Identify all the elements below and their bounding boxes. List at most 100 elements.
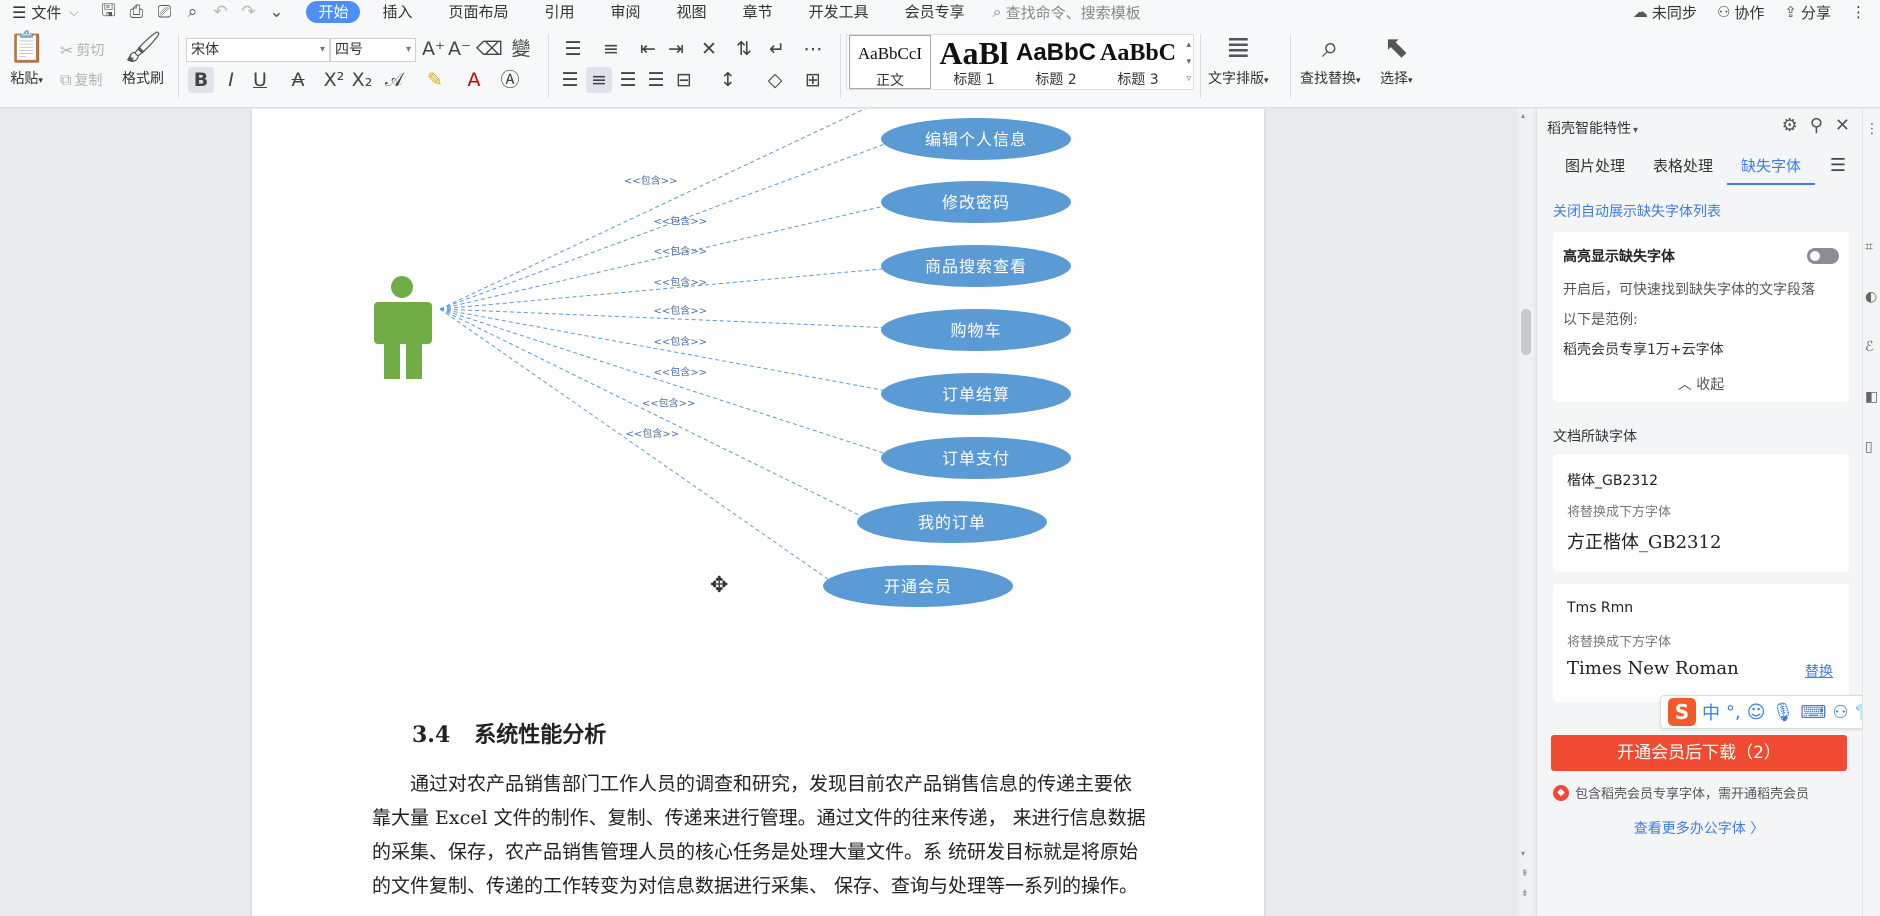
- align-right-icon[interactable]: ☰: [616, 67, 640, 93]
- command-search[interactable]: ⌕ 查找命令、搜索模板: [993, 2, 1141, 23]
- microphone-icon[interactable]: 🎙: [1772, 702, 1795, 723]
- superscript-icon[interactable]: X²: [322, 67, 346, 93]
- share-button[interactable]: ⇪ 分享: [1784, 2, 1831, 23]
- shading-icon[interactable]: ◇: [760, 67, 790, 93]
- next-page-icon[interactable]: ⇟: [1521, 889, 1529, 899]
- file-menu[interactable]: ☰ 文件 ⌵: [0, 0, 88, 24]
- close-icon[interactable]: ✕: [1835, 115, 1850, 136]
- select-button[interactable]: ⬉ 选择▾: [1380, 28, 1413, 88]
- doc-icon[interactable]: ▯: [1865, 439, 1873, 455]
- grow-font-icon[interactable]: A⁺: [422, 36, 445, 62]
- document-area[interactable]: <<包含>> <<包含>> <<包含>> <<包含>> <<包含>> <<包含>> <<包含…: [0, 109, 1518, 916]
- show-marks-icon[interactable]: ↵: [762, 36, 792, 62]
- shrink-font-icon[interactable]: A⁻: [448, 36, 471, 62]
- gear-icon[interactable]: ⚙: [1782, 115, 1798, 136]
- tab-missing-fonts[interactable]: 缺失字体: [1727, 149, 1816, 185]
- lock-icon[interactable]: ◧: [1865, 389, 1878, 405]
- magic-icon[interactable]: ⌗: [1865, 239, 1873, 255]
- undo-icon[interactable]: ↶: [206, 2, 234, 22]
- style-normal[interactable]: AaBbCcI 正文: [849, 35, 931, 89]
- more-icon[interactable]: ⋮: [1851, 3, 1866, 21]
- emoji-icon[interactable]: ☺: [1747, 702, 1766, 723]
- pin-icon[interactable]: ⚲: [1810, 115, 1823, 136]
- highlight-icon[interactable]: ✎: [420, 67, 450, 93]
- use-case-diagram[interactable]: <<包含>> <<包含>> <<包含>> <<包含>> <<包含>> <<包含>> <<包含…: [252, 109, 1264, 669]
- bold-icon[interactable]: B: [188, 67, 214, 93]
- scroll-up-icon[interactable]: ▴: [1521, 111, 1525, 120]
- scrollbar-thumb[interactable]: [1521, 309, 1531, 355]
- body-paragraph[interactable]: 通过对农产品销售部门工作人员的调查和研究，发现目前农产品销售信息的传递主要依 靠…: [372, 767, 1192, 903]
- menu-icon[interactable]: ☰: [1830, 155, 1846, 176]
- print-icon[interactable]: ⎚: [150, 2, 178, 22]
- increase-indent-icon[interactable]: ⇥: [664, 36, 688, 62]
- align-center-icon[interactable]: ≡: [586, 67, 612, 93]
- close-auto-show-link[interactable]: 关闭自动展示缺失字体列表: [1553, 201, 1721, 221]
- tab-section[interactable]: 章节: [729, 1, 787, 23]
- panel-title[interactable]: 稻壳智能特性 ▾: [1547, 118, 1638, 138]
- tab-member[interactable]: 会员专享: [891, 1, 979, 23]
- replace-link[interactable]: 替换: [1805, 661, 1833, 681]
- tab-page-layout[interactable]: 页面布局: [435, 1, 523, 23]
- panel-icon[interactable]: ⋮: [1865, 121, 1879, 137]
- tab-references[interactable]: 引用: [531, 1, 589, 23]
- subscript-icon[interactable]: X₂: [350, 67, 374, 93]
- punctuation-icon[interactable]: °,: [1726, 702, 1741, 723]
- align-left-icon[interactable]: ☰: [558, 67, 582, 93]
- tab-table-processing[interactable]: 表格处理: [1639, 149, 1727, 185]
- find-replace-button[interactable]: ⌕ 查找替换▾: [1300, 28, 1361, 88]
- tab-insert[interactable]: 插入: [368, 1, 426, 23]
- download-after-membership-button[interactable]: 开通会员后下载（2）: [1551, 735, 1847, 771]
- format-painter-button[interactable]: 🖌 格式刷: [122, 28, 164, 88]
- line-spacing-icon[interactable]: ↕: [712, 67, 744, 93]
- highlight-toggle[interactable]: [1807, 248, 1839, 264]
- copy-button[interactable]: ⧉ 复制: [60, 70, 102, 90]
- prev-page-icon[interactable]: ⇞: [1521, 869, 1529, 879]
- decrease-indent-icon[interactable]: ⇤: [636, 36, 660, 62]
- strikethrough-icon[interactable]: A: [284, 67, 312, 93]
- italic-icon[interactable]: I: [220, 67, 242, 93]
- user-icon[interactable]: ⚇: [1832, 702, 1848, 723]
- chinese-mode-icon[interactable]: 中: [1702, 699, 1720, 725]
- font-icon[interactable]: ℰ: [1865, 339, 1873, 355]
- save-icon[interactable]: 🖫: [94, 0, 122, 27]
- scroll-down-icon[interactable]: ▾: [1521, 849, 1525, 858]
- redo-icon[interactable]: ↷: [234, 2, 262, 22]
- bullet-list-icon[interactable]: ☰: [558, 36, 588, 62]
- style-heading-3[interactable]: AaBbC 标题 3: [1097, 35, 1179, 89]
- tab-home[interactable]: 开始: [306, 1, 361, 23]
- styles-scroll[interactable]: ▴ ▾ ▿: [1186, 37, 1191, 88]
- tab-developer[interactable]: 开发工具: [795, 1, 883, 23]
- numbered-list-icon[interactable]: ≡: [596, 36, 626, 62]
- underline-icon[interactable]: U: [246, 67, 274, 93]
- cut-button[interactable]: ✂ 剪切: [60, 40, 104, 60]
- justify-icon[interactable]: ☰: [644, 67, 668, 93]
- tab-review[interactable]: 审阅: [597, 1, 655, 23]
- tab-view[interactable]: 视图: [663, 1, 721, 23]
- font-name-select[interactable]: 宋体 ▾: [186, 38, 330, 62]
- actor-figure[interactable]: [374, 276, 432, 379]
- keyboard-icon[interactable]: ⌨: [1800, 702, 1826, 723]
- text-layout-button[interactable]: ≣ 文字排版▾: [1208, 28, 1269, 88]
- clear-format-icon[interactable]: ⌫: [476, 36, 503, 62]
- customize-toolbar-icon[interactable]: ⌄: [262, 2, 290, 22]
- borders-icon[interactable]: ⊞: [798, 67, 828, 93]
- print-preview-icon[interactable]: ⌕: [178, 2, 206, 22]
- font-color-icon[interactable]: A: [460, 67, 488, 93]
- sort-icon[interactable]: ⇅: [732, 36, 756, 62]
- phonetic-icon[interactable]: 變: [506, 36, 536, 62]
- char-border-icon[interactable]: Ⓐ: [498, 67, 522, 93]
- bulb-icon[interactable]: ◐: [1865, 289, 1877, 305]
- document-scrollbar[interactable]: ▴ ▾ ⇞ ⇟: [1518, 109, 1534, 916]
- style-heading-2[interactable]: AaBbC 标题 2: [1015, 35, 1097, 89]
- style-heading-1[interactable]: AaBl 标题 1: [933, 35, 1015, 89]
- text-effect-icon[interactable]: 𝒜: [380, 67, 408, 93]
- distribute-icon[interactable]: ⊟: [672, 67, 696, 93]
- collaborate-button[interactable]: ⚇ 协作: [1717, 2, 1764, 23]
- ime-toolbar[interactable]: S 中 °, ☺ 🎙 ⌨ ⚇ 👕: [1660, 695, 1880, 729]
- paste-button[interactable]: 📋 粘贴▾: [8, 28, 45, 88]
- tab-stops-icon[interactable]: ⋯: [800, 36, 826, 62]
- sync-status[interactable]: ☁ 未同步: [1633, 2, 1697, 23]
- chinese-layout-icon[interactable]: ✕: [694, 36, 724, 62]
- collapse-button[interactable]: ︿ 收起: [1553, 374, 1849, 394]
- font-size-select[interactable]: 四号 ▾: [330, 38, 416, 62]
